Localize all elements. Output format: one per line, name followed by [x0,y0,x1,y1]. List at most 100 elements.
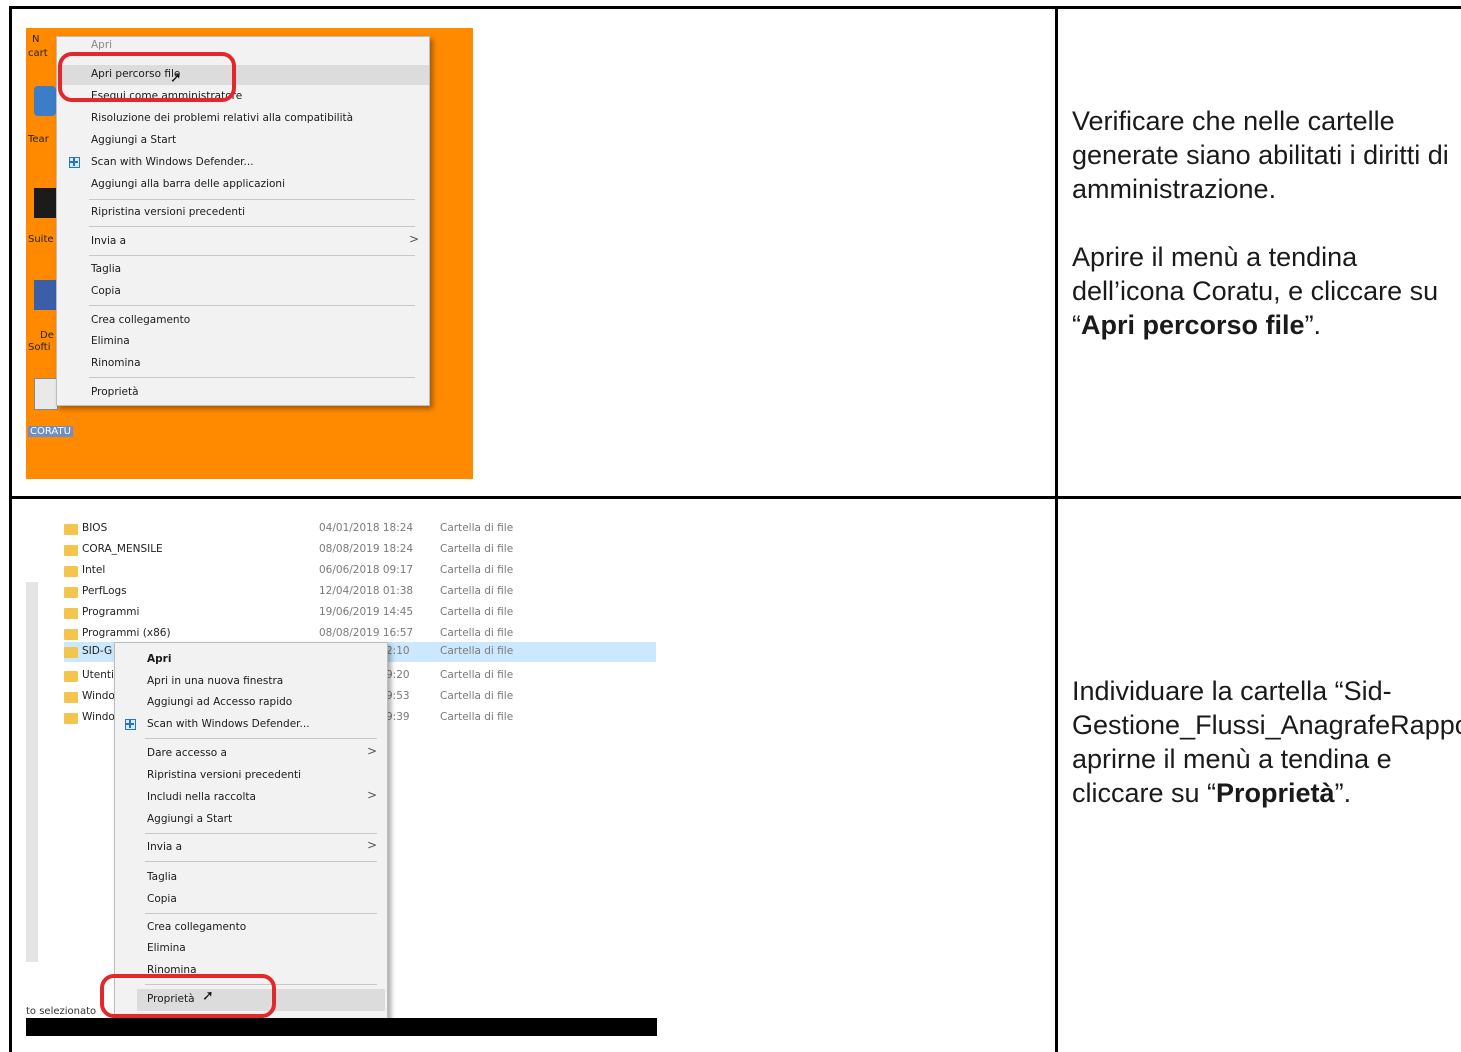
desktop-label: N [32,34,40,45]
file-row[interactable]: BIOS 04/01/2018 18:24 Cartella di file [64,522,656,539]
menu-item-elimina[interactable]: Elimina [147,942,186,954]
file-name: SID-G [82,645,113,657]
file-type: Cartella di file [440,564,514,576]
file-date: 9:53 [386,690,410,702]
menu-separator [89,377,415,378]
menu-item-proprieta[interactable]: Proprietà [91,386,139,398]
folder-icon [64,671,78,682]
menu-item-apri[interactable]: Apri [91,39,112,51]
table-border-middle [9,496,1461,499]
file-date: 06/06/2018 09:17 [319,564,414,576]
menu-item-crea-collegamento[interactable]: Crea collegamento [147,921,246,933]
folder-icon [64,692,78,703]
file-type: Cartella di file [440,645,514,657]
file-name: Windo [82,711,115,723]
menu-separator [89,199,415,200]
file-type: Cartella di file [440,711,514,723]
table-column-divider [1055,6,1058,1052]
file-name: Windo [82,690,115,702]
desktop-label: cart [28,48,48,59]
instruction-step-2: Individuare la cartella “Sid-Gestione_Fl… [1072,674,1461,810]
file-name: Utenti [82,669,114,681]
file-type: Cartella di file [440,690,514,702]
folder-icon [64,545,78,556]
instruction-bold-text: Apri percorso file [1081,310,1305,340]
instruction-text-part: ”. [1304,310,1322,340]
menu-item-aggiungi-a-start[interactable]: Aggiungi a Start [91,134,176,146]
menu-separator [145,861,377,862]
file-date: 12/04/2018 01:38 [319,585,414,597]
menu-item-taglia[interactable]: Taglia [147,871,177,883]
menu-item-apri[interactable]: Apri [147,653,171,665]
context-menu: Apri Apri in una nuova finestra Aggiungi… [114,642,388,1026]
folder-icon [64,587,78,598]
menu-item-ripristina-versioni[interactable]: Ripristina versioni precedenti [91,206,245,218]
file-row[interactable]: Programmi (x86) 08/08/2019 16:57 Cartella … [64,624,656,644]
file-type: Cartella di file [440,543,514,555]
file-row[interactable]: CORA_MENSILE 08/08/2019 18:24 Cartella di … [64,540,656,560]
file-type: Cartella di file [440,669,514,681]
menu-item-copia[interactable]: Copia [91,285,121,297]
submenu-arrow-icon: > [366,744,377,758]
mouse-cursor-icon: ➚ [170,70,182,86]
submenu-arrow-icon: > [408,232,419,246]
desktop-label: Tear [28,134,49,145]
file-name: BIOS [82,522,108,534]
menu-item-includi-raccolta[interactable]: Includi nella raccolta [147,791,256,803]
file-date: 9:20 [386,669,410,681]
instruction-bold-text: Proprietà [1216,778,1335,808]
menu-separator [145,738,377,739]
suite-app-icon [34,188,56,218]
menu-item-elimina[interactable]: Elimina [91,335,130,347]
file-name: Intel [82,564,106,576]
instruction-text: Individuare la cartella “Sid-Gestione_Fl… [1072,674,1461,810]
mouse-cursor-icon: ➚ [202,988,214,1004]
taskbar-strip [26,1018,657,1036]
instruction-step-1: Verificare che nelle cartelle generate s… [1072,104,1457,342]
folder-icon [64,713,78,724]
file-name: CORA_MENSILE [82,543,163,555]
menu-item-aggiungi-barra[interactable]: Aggiungi alla barra delle applicazioni [91,178,285,190]
folder-icon [64,608,78,619]
folder-icon [64,629,78,640]
menu-item-rinomina[interactable]: Rinomina [91,357,141,369]
menu-item-apri-nuova-finestra[interactable]: Apri in una nuova finestra [147,675,283,687]
menu-item-aggiungi-accesso-rapido[interactable]: Aggiungi ad Accesso rapido [147,696,292,708]
menu-item-invia-a[interactable]: Invia a [91,235,126,247]
desktop-label: De [40,330,54,341]
file-name: Programmi [82,606,140,618]
menu-item-ripristina-versioni[interactable]: Ripristina versioni precedenti [147,769,301,781]
folder-icon [64,566,78,577]
menu-item-taglia[interactable]: Taglia [91,263,121,275]
file-name: PerfLogs [82,585,127,597]
file-date: 19/06/2019 14:45 [319,606,414,618]
highlight-ring [58,52,236,102]
file-type: Cartella di file [440,606,514,618]
file-row[interactable]: Programmi 19/06/2019 14:45 Cartella di fil… [64,603,656,623]
file-date: 08/08/2019 16:57 [319,627,414,639]
menu-separator [89,255,415,256]
menu-item-crea-collegamento[interactable]: Crea collegamento [91,314,190,326]
submenu-arrow-icon: > [366,838,377,852]
menu-item-copia[interactable]: Copia [147,893,177,905]
menu-item-scan-defender[interactable]: Scan with Windows Defender... [147,718,310,730]
menu-item-dare-accesso[interactable]: Dare accesso a [147,747,227,759]
teamviewer-icon [34,86,56,116]
instruction-text: Aprire il menù a tendina dell’icona Cora… [1072,240,1457,342]
file-date: 04/01/2018 18:24 [319,522,414,534]
scrollbar[interactable] [26,582,38,962]
file-type: Cartella di file [440,522,514,534]
table-border-top [9,6,1461,9]
instruction-text-part: ”. [1334,778,1352,808]
menu-item-risoluzione-problemi[interactable]: Risoluzione dei problemi relativi alla c… [91,112,353,124]
desktop-label: Softi [28,342,51,353]
menu-item-aggiungi-a-start[interactable]: Aggiungi a Start [147,813,232,825]
file-row[interactable]: Intel 06/06/2018 09:17 Cartella di file [64,561,656,581]
file-date: 2:10 [386,645,410,657]
coratu-label: CORATU [28,426,73,437]
file-row[interactable]: PerfLogs 12/04/2018 01:38 Cartella di file [64,582,656,602]
table-border-left [9,6,12,1052]
coratu-shortcut-icon[interactable] [34,378,58,410]
menu-item-scan-defender[interactable]: Scan with Windows Defender... [91,156,254,168]
menu-item-invia-a[interactable]: Invia a [147,841,182,853]
